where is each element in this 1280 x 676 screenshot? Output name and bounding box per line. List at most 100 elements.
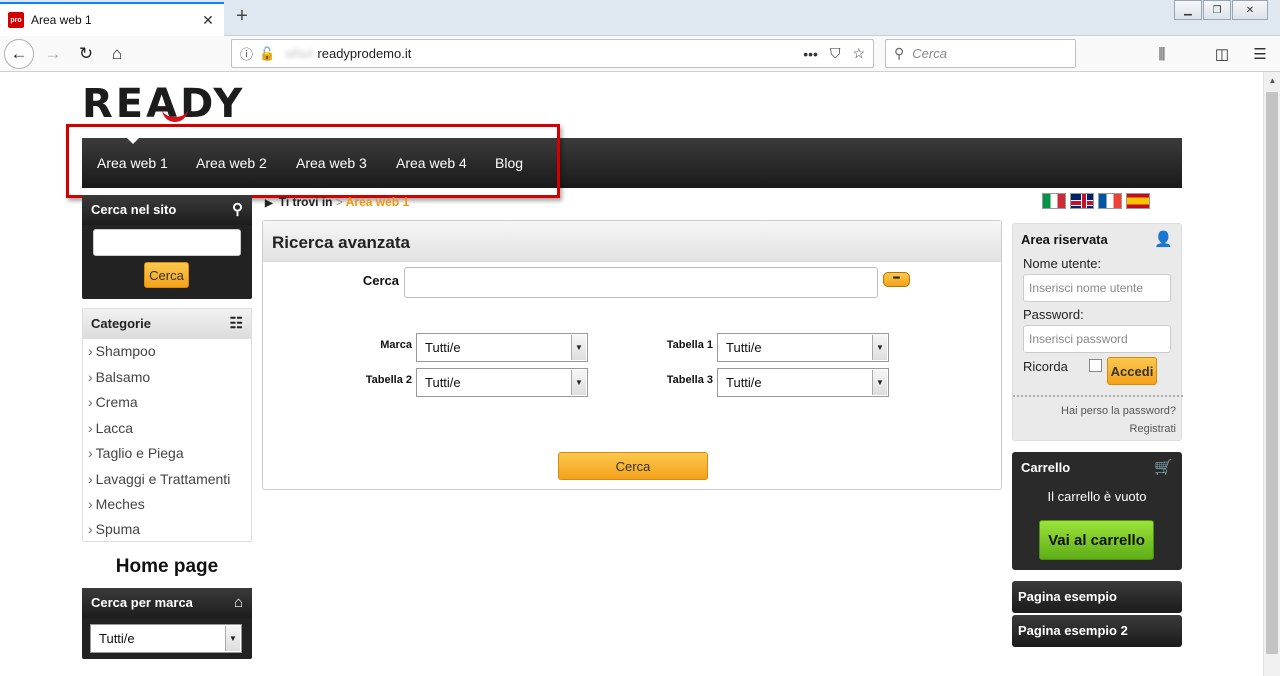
- site-search-input[interactable]: [93, 229, 241, 256]
- register-link[interactable]: Registrati: [1130, 423, 1176, 435]
- tab-title: Area web 1: [31, 13, 92, 27]
- collapse-toggle-button[interactable]: ━: [883, 272, 910, 287]
- browser-tab-bar: pro Area web 1 ✕ + ▁ ❐ ✕: [0, 0, 1280, 36]
- chevron-right-icon: ›: [88, 471, 93, 487]
- page-link-example-2[interactable]: Pagina esempio 2: [1012, 615, 1182, 647]
- breadcrumb-current[interactable]: Area web 1: [346, 195, 409, 209]
- home-page-link[interactable]: Home page: [82, 556, 252, 578]
- new-tab-button[interactable]: +: [230, 4, 254, 28]
- search-icon: ⚲: [894, 45, 905, 61]
- cart-title: Carrello: [1021, 460, 1071, 475]
- home-icon: ⌂: [233, 594, 243, 611]
- login-box: Area riservata 👤 Nome utente: Password: …: [1012, 223, 1183, 441]
- breadcrumb: ▶ Ti trovi in > Area web 1: [265, 195, 410, 209]
- page-actions-icon[interactable]: •••: [803, 46, 818, 62]
- italian-flag-icon[interactable]: [1042, 193, 1066, 209]
- remember-label: Ricorda: [1023, 359, 1068, 374]
- password-label: Password:: [1023, 307, 1084, 322]
- category-item[interactable]: › Balsamo: [88, 369, 150, 385]
- list-icon[interactable]: ☷: [230, 309, 243, 339]
- username-label: Nome utente:: [1023, 256, 1102, 271]
- insecure-lock-icon[interactable]: 🔓: [259, 46, 275, 62]
- category-item[interactable]: › Shampoo: [88, 343, 156, 359]
- dropdown-arrow-icon[interactable]: ▼: [872, 370, 887, 395]
- site-search-button[interactable]: Cerca: [144, 262, 189, 288]
- scroll-up-arrow-icon[interactable]: ▲: [1264, 72, 1280, 89]
- minimize-button[interactable]: ▁: [1174, 0, 1202, 20]
- login-button[interactable]: Accedi: [1107, 357, 1157, 385]
- url-text: readyprodemo.it: [317, 46, 412, 61]
- window-close-button[interactable]: ✕: [1232, 0, 1268, 20]
- menu-icon[interactable]: ☰: [1248, 42, 1272, 66]
- username-input[interactable]: [1023, 274, 1171, 302]
- site-logo[interactable]: READY: [82, 84, 245, 124]
- categories-box: Categorie ☷ › Shampoo › Balsamo › Crema › La…: [82, 308, 252, 542]
- bookmark-star-icon[interactable]: ☆: [852, 45, 865, 62]
- category-item[interactable]: › Meches: [88, 496, 145, 512]
- chevron-right-icon: ›: [88, 496, 93, 512]
- category-item[interactable]: › Taglio e Piega: [88, 445, 184, 461]
- spanish-flag-icon[interactable]: [1126, 193, 1150, 209]
- scrollbar-thumb[interactable]: [1266, 92, 1278, 654]
- category-item[interactable]: › Lacca: [88, 420, 133, 436]
- tabella-2-label: Tabella 2: [365, 374, 412, 386]
- english-flag-icon[interactable]: [1070, 193, 1094, 209]
- dotted-divider: [1013, 395, 1183, 397]
- search-label: Cerca: [362, 273, 399, 288]
- french-flag-icon[interactable]: [1098, 193, 1122, 209]
- favicon-icon: pro: [8, 12, 24, 28]
- remember-checkbox[interactable]: [1089, 359, 1102, 372]
- home-button[interactable]: ⌂: [102, 39, 132, 69]
- tabella-3-label: Tabella 3: [666, 374, 713, 386]
- chevron-right-icon: ›: [88, 394, 93, 410]
- dropdown-arrow-icon[interactable]: ▼: [571, 370, 586, 395]
- page-scrollbar[interactable]: ▲: [1263, 72, 1280, 676]
- chevron-right-icon: ›: [88, 369, 93, 385]
- restore-button[interactable]: ❐: [1203, 0, 1231, 20]
- reload-button[interactable]: ↻: [71, 39, 101, 69]
- advanced-search-button[interactable]: Cerca: [558, 452, 708, 480]
- library-icon[interactable]: ⫼: [1150, 42, 1174, 66]
- forgot-password-link[interactable]: Hai perso la password?: [1061, 405, 1176, 417]
- site-search-header: Cerca nel sito ⚲: [82, 195, 252, 225]
- advanced-search-panel: Ricerca avanzata Cerca ━ Marca Tutti/e ▼…: [262, 220, 1002, 490]
- cart-icon: 🛒: [1154, 459, 1173, 476]
- dropdown-arrow-icon[interactable]: ▼: [872, 335, 887, 360]
- brand-select[interactable]: Tutti/e ▼: [90, 624, 242, 653]
- brand-search-title: Cerca per marca: [91, 595, 193, 610]
- browser-navigation-bar: ← → ↻ ⌂ ⓘ 🔓 alfa4 readyprodemo.it ••• ⛉ …: [0, 36, 1280, 72]
- url-bar[interactable]: ⓘ 🔓 alfa4 readyprodemo.it ••• ⛉ ☆: [231, 39, 874, 68]
- pocket-icon[interactable]: ⛉: [830, 45, 841, 62]
- category-item[interactable]: › Spuma: [88, 521, 140, 537]
- browser-search-input[interactable]: ⚲ Cerca: [885, 39, 1076, 68]
- logo-text: READY: [82, 81, 246, 127]
- chevron-right-icon: ›: [88, 445, 93, 461]
- category-item[interactable]: › Lavaggi e Trattamenti: [88, 471, 230, 487]
- password-input[interactable]: [1023, 325, 1171, 353]
- categories-header: Categorie ☷: [83, 309, 251, 339]
- page-link-example-1[interactable]: Pagina esempio: [1012, 581, 1182, 613]
- advanced-search-input[interactable]: [404, 267, 878, 298]
- marca-label: Marca: [380, 339, 412, 351]
- tabella-2-select[interactable]: Tutti/e ▼: [416, 368, 588, 397]
- site-search-box: Cerca nel sito ⚲ Cerca: [82, 195, 252, 299]
- marca-select[interactable]: Tutti/e ▼: [416, 333, 588, 362]
- dropdown-arrow-icon[interactable]: ▼: [225, 626, 240, 651]
- search-icon: ⚲: [232, 201, 243, 218]
- close-tab-icon[interactable]: ✕: [200, 12, 216, 29]
- annotation-highlight-box: [66, 124, 560, 198]
- browser-tab[interactable]: pro Area web 1 ✕: [0, 2, 224, 36]
- back-button[interactable]: ←: [4, 39, 34, 69]
- category-item[interactable]: › Crema: [88, 394, 138, 410]
- language-flags: [1042, 193, 1150, 209]
- tabella-1-select[interactable]: Tutti/e ▼: [717, 333, 889, 362]
- forward-button[interactable]: →: [38, 39, 68, 69]
- tabella-3-select[interactable]: Tutti/e ▼: [717, 368, 889, 397]
- chevron-right-icon: ›: [88, 420, 93, 436]
- dropdown-arrow-icon[interactable]: ▼: [571, 335, 586, 360]
- sidebar-toggle-icon[interactable]: ◫: [1210, 42, 1234, 66]
- go-to-cart-button[interactable]: Vai al carrello: [1039, 520, 1154, 560]
- chevron-right-icon: ›: [88, 343, 93, 359]
- info-icon[interactable]: ⓘ: [240, 44, 253, 63]
- brand-search-header: Cerca per marca ⌂: [82, 588, 252, 618]
